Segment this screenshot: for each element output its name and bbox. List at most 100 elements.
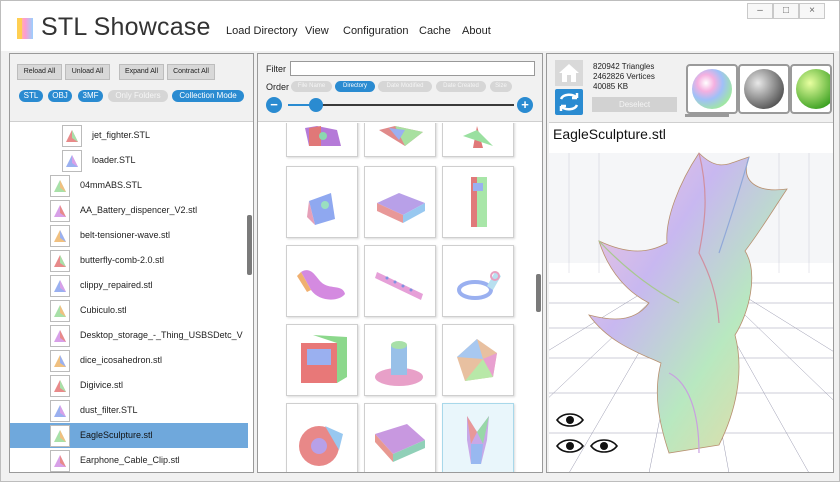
filter-3mf-toggle[interactable]: 3MF	[78, 90, 103, 102]
thumbnail-grid	[258, 123, 542, 472]
tree-row[interactable]: butterfly-comb-2.0.stl	[10, 248, 248, 273]
filter-input[interactable]	[290, 61, 535, 76]
file-size: 40085 KB	[593, 82, 629, 91]
tree-scrollbar[interactable]	[247, 215, 252, 275]
file-tree[interactable]: jet_fighter.STL loader.STL 04mmABS.STL AA_B…	[10, 123, 253, 472]
thumbnail-panel: Filter Order File Name Directory Date Mo…	[257, 53, 543, 473]
model-thumbnail-icon	[457, 271, 501, 300]
eye-icon[interactable]	[555, 437, 585, 455]
thumbnail-cell[interactable]	[364, 245, 436, 317]
material-swatch-grey[interactable]	[738, 64, 790, 114]
model-thumbnail-icon	[301, 335, 347, 383]
file-name-label: loader.STL	[92, 155, 136, 165]
vertex-count: 2462826 Vertices	[593, 72, 655, 81]
tree-row[interactable]: jet_fighter.STL	[10, 123, 248, 148]
thumbnail-cell[interactable]	[286, 324, 358, 396]
thumbnail-cell[interactable]	[364, 403, 436, 472]
model-thumbnail-icon	[375, 272, 423, 300]
material-scrollbar[interactable]	[685, 114, 729, 117]
tree-row[interactable]: 04mmABS.STL	[10, 173, 248, 198]
eye-icon[interactable]	[555, 411, 585, 429]
tree-row[interactable]: Cubiculo.stl	[10, 298, 248, 323]
menu-about[interactable]: About	[462, 25, 491, 37]
thumbnail-cell[interactable]	[442, 166, 514, 238]
thumbnail-cell[interactable]	[286, 166, 358, 238]
close-button[interactable]: ×	[799, 3, 825, 19]
file-name-label: dice_icosahedron.stl	[80, 355, 163, 365]
tree-row[interactable]: dice_icosahedron.stl	[10, 348, 248, 373]
minimize-button[interactable]: –	[747, 3, 773, 19]
expand-all-button[interactable]: Expand All	[119, 64, 164, 80]
only-folders-toggle[interactable]: Only Folders	[108, 90, 168, 102]
thumbnail-cell-selected[interactable]	[442, 403, 514, 472]
swap-view-button[interactable]	[555, 89, 583, 115]
material-swatch-green[interactable]	[790, 64, 836, 114]
maximize-button[interactable]: □	[773, 3, 799, 19]
thumbnail-cell[interactable]	[364, 324, 436, 396]
thumbnail-cell[interactable]	[364, 166, 436, 238]
zoom-out-button[interactable]: −	[266, 97, 282, 113]
tree-row[interactable]: Earphone_Cable_Clip.stl	[10, 448, 248, 472]
model-thumbnail-icon	[375, 341, 423, 386]
order-directory[interactable]: Directory	[335, 81, 375, 92]
file-thumbnail-icon	[50, 325, 70, 347]
deselect-button[interactable]: Deselect	[592, 97, 677, 112]
reload-all-button[interactable]: Reload All	[17, 64, 62, 80]
3d-viewport[interactable]: EagleSculpture.stl	[549, 122, 833, 472]
model-thumbnail-icon	[463, 126, 493, 148]
filter-obj-toggle[interactable]: OBJ	[48, 90, 72, 102]
thumbnail-cell[interactable]	[286, 403, 358, 472]
thumbnail-cell[interactable]	[286, 123, 358, 157]
order-date-created[interactable]: Date Created	[436, 81, 486, 92]
filter-bar: Filter Order File Name Directory Date Mo…	[258, 54, 542, 122]
file-thumbnail-icon	[50, 250, 70, 272]
model-render	[549, 152, 833, 472]
unload-all-button[interactable]: Unload All	[65, 64, 110, 80]
order-size[interactable]: Size	[490, 81, 512, 92]
app-logo-icon	[17, 18, 33, 39]
tree-row[interactable]: belt-tensioner-wave.stl	[10, 223, 248, 248]
material-swatch-rainbow[interactable]	[686, 64, 738, 114]
filter-stl-toggle[interactable]: STL	[19, 90, 43, 102]
tree-row-selected[interactable]: EagleSculpture.stl	[10, 423, 248, 448]
zoom-in-button[interactable]: +	[517, 97, 533, 113]
model-thumbnail-icon	[467, 416, 489, 464]
file-thumbnail-icon	[50, 300, 70, 322]
model-thumbnail-icon	[299, 426, 343, 466]
tree-row[interactable]: Digivice.stl	[10, 373, 248, 398]
model-thumbnail-icon	[297, 270, 345, 300]
filter-label: Filter	[266, 64, 286, 74]
model-thumbnail-icon	[379, 126, 423, 146]
thumbnail-cell[interactable]	[364, 123, 436, 157]
thumbnail-cell[interactable]	[442, 123, 514, 157]
app-title: STL Showcase	[41, 13, 211, 41]
tree-row[interactable]: loader.STL	[10, 148, 248, 173]
model-thumbnail-icon	[305, 126, 341, 146]
tree-row[interactable]: Desktop_storage_-_Thing_USBSDetc_V	[10, 323, 248, 348]
zoom-slider-knob[interactable]	[309, 98, 323, 112]
tree-row[interactable]: AA_Battery_dispencer_V2.stl	[10, 198, 248, 223]
collection-mode-toggle[interactable]: Collection Mode	[172, 90, 244, 102]
file-thumbnail-icon	[50, 425, 70, 447]
file-thumbnail-icon	[50, 400, 70, 422]
order-date-modified[interactable]: Date Modified	[378, 81, 432, 92]
order-label: Order	[266, 82, 290, 92]
order-file-name[interactable]: File Name	[291, 81, 332, 92]
preview-panel: 820942 Triangles 2462826 Vertices 40085 …	[546, 53, 836, 473]
contract-all-button[interactable]: Contract All	[167, 64, 215, 80]
rainbow-sphere-icon	[692, 69, 732, 109]
tree-row[interactable]: clippy_repaired.stl	[10, 273, 248, 298]
tree-row[interactable]: dust_filter.STL	[10, 398, 248, 423]
grid-scrollbar[interactable]	[536, 274, 541, 312]
menu-cache[interactable]: Cache	[419, 25, 451, 37]
thumbnail-cell[interactable]	[442, 324, 514, 396]
thumbnail-cell[interactable]	[286, 245, 358, 317]
thumbnail-cell[interactable]	[442, 245, 514, 317]
file-name-label: butterfly-comb-2.0.stl	[80, 255, 165, 265]
menu-view[interactable]: View	[305, 25, 329, 37]
eye-icon[interactable]	[589, 437, 619, 455]
menu-configuration[interactable]: Configuration	[343, 25, 408, 37]
home-button[interactable]	[555, 60, 583, 86]
file-thumbnail-icon	[62, 150, 82, 172]
menu-load-directory[interactable]: Load Directory	[226, 25, 298, 37]
